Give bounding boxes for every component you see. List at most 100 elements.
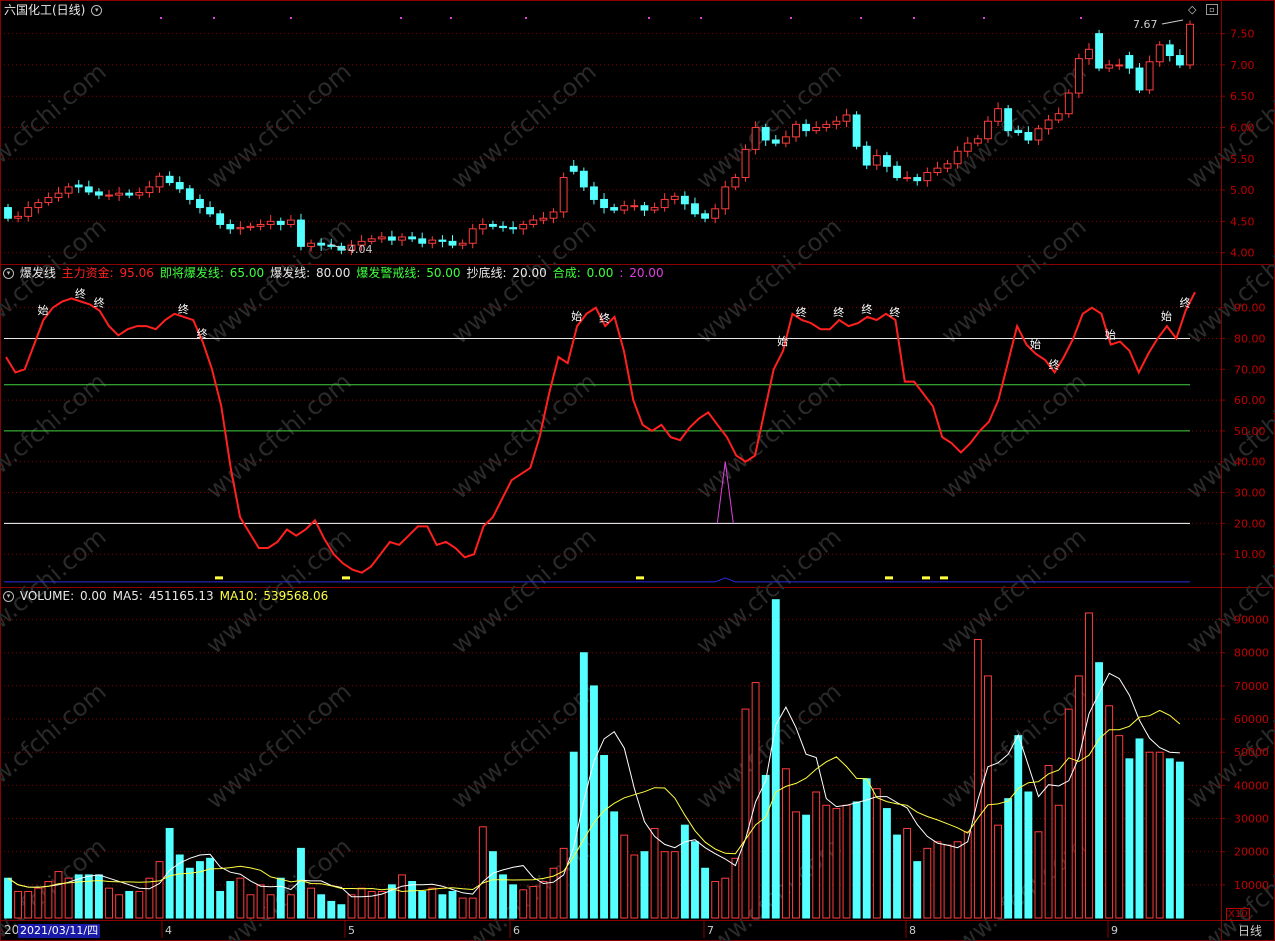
candle-body: [590, 186, 598, 200]
volume-bar: [24, 890, 33, 919]
volume-bar: [792, 811, 800, 919]
candle-body: [206, 207, 214, 215]
volume-bar: [1014, 735, 1023, 919]
start-mark: 始: [37, 303, 48, 317]
volume-bar: [377, 890, 386, 919]
volume-bar: [832, 808, 841, 919]
candle-body: [1054, 113, 1063, 121]
volume-tick-label: 70000: [1234, 680, 1269, 693]
watermark: www.cfchi.com: [446, 522, 602, 659]
volume-bar: [984, 675, 992, 919]
candle-body: [721, 186, 730, 210]
volume-tick-label: 90000: [1234, 614, 1269, 627]
candle-body: [994, 108, 1002, 122]
volume-bar: [256, 884, 265, 919]
candle-body: [701, 213, 710, 219]
volume-bar: [135, 890, 144, 919]
volume-bar: [145, 877, 154, 919]
volume-bar: [701, 867, 710, 919]
collapse-icon[interactable]: ▾: [3, 591, 14, 602]
volume-bar: [579, 652, 588, 919]
volume-bar: [519, 889, 528, 919]
volume-bar: [923, 847, 932, 919]
signal-dot: [290, 17, 292, 19]
candle-body: [307, 242, 316, 247]
price-tick-label: 7.50: [1230, 28, 1255, 41]
diamond-icon[interactable]: ◇: [1188, 3, 1196, 16]
watermark: www.cfchi.com: [201, 57, 357, 194]
candle-body: [1145, 61, 1154, 91]
volume-bar: [317, 894, 326, 919]
volume-bar: [600, 755, 608, 919]
candle-body: [458, 242, 467, 246]
candle-body: [842, 114, 851, 122]
volume-bar: [953, 841, 962, 919]
indicator-panel-header: ▾ 爆发线 主力资金: 95.06 即将爆发线: 65.00 爆发线: 80.00 爆…: [3, 266, 672, 280]
volume-tick-label: 30000: [1234, 813, 1269, 826]
watermark: www.cfchi.com: [936, 57, 1092, 194]
header-value: 50.00: [422, 266, 461, 280]
candle-body: [185, 188, 194, 200]
volume-bar: [34, 887, 43, 919]
header-value: 0.00: [76, 589, 107, 603]
watermark: www.cfchi.com: [691, 522, 847, 659]
volume-bar: [155, 861, 164, 919]
header-item: 抄底线:: [466, 266, 507, 280]
volume-bar: [1145, 751, 1154, 919]
month-label: 4: [165, 924, 172, 937]
volume-bar: [610, 811, 619, 919]
end-mark: 终: [861, 302, 872, 316]
watermark: www.cfchi.com: [1181, 57, 1275, 194]
start-mark: 始: [1161, 309, 1172, 323]
header-item: 爆发警戒线:: [356, 266, 421, 280]
volume-bar: [771, 599, 780, 919]
indicator-tick-label: 70.00: [1234, 363, 1266, 376]
candle-body: [1034, 128, 1043, 141]
candle-body: [44, 197, 53, 204]
candle-body: [408, 236, 417, 240]
start-mark: 始: [777, 334, 788, 348]
watermark: www.cfchi.com: [201, 212, 357, 349]
candle-body: [771, 139, 780, 144]
candle-body: [893, 165, 901, 179]
price-tick-label: 6.00: [1230, 121, 1255, 134]
volume-bar: [660, 851, 669, 919]
volume-bar: [337, 904, 346, 919]
bottom-marker: [215, 576, 223, 580]
stock-chart[interactable]: www.cfchi.com www.cfchi.com www.cfchi.com w…: [0, 0, 1275, 941]
candle-body: [872, 155, 881, 166]
candle-body: [519, 223, 528, 230]
candle-body: [1014, 130, 1023, 133]
watermark: www.cfchi.com: [446, 367, 602, 504]
volume-bar: [1165, 758, 1174, 919]
volume-bar: [357, 887, 366, 919]
collapse-icon[interactable]: ▾: [3, 268, 14, 279]
candle-body: [196, 198, 204, 209]
signal-dot: [790, 17, 792, 19]
window-toggle-icon[interactable]: ▫: [1206, 4, 1218, 15]
start-mark: 始: [1030, 337, 1041, 351]
volume-bar: [1175, 761, 1184, 919]
volume-bar: [933, 841, 942, 919]
indicator-tick-label: 90.00: [1234, 302, 1266, 315]
candle-body: [367, 238, 376, 242]
header-item: VOLUME:: [19, 589, 75, 603]
indicator-tick-label: 20.00: [1234, 517, 1266, 530]
end-mark: 终: [178, 302, 189, 316]
candle-body: [963, 142, 972, 152]
volume-bar: [539, 881, 548, 919]
volume-bar: [1115, 735, 1124, 919]
collapse-icon[interactable]: ▾: [91, 5, 103, 16]
candle-body: [600, 198, 608, 209]
volume-bar: [1034, 831, 1043, 919]
candle-body: [802, 123, 811, 132]
period-label[interactable]: 日线: [1238, 922, 1262, 939]
candle-body: [1125, 55, 1134, 69]
volume-bar: [620, 834, 629, 919]
candle-body: [216, 213, 225, 225]
candle-body: [670, 195, 679, 200]
month-label: 7: [707, 924, 714, 937]
watermark: www.cfchi.com: [0, 367, 112, 504]
candle-body: [165, 175, 174, 184]
candle-body: [741, 148, 750, 179]
